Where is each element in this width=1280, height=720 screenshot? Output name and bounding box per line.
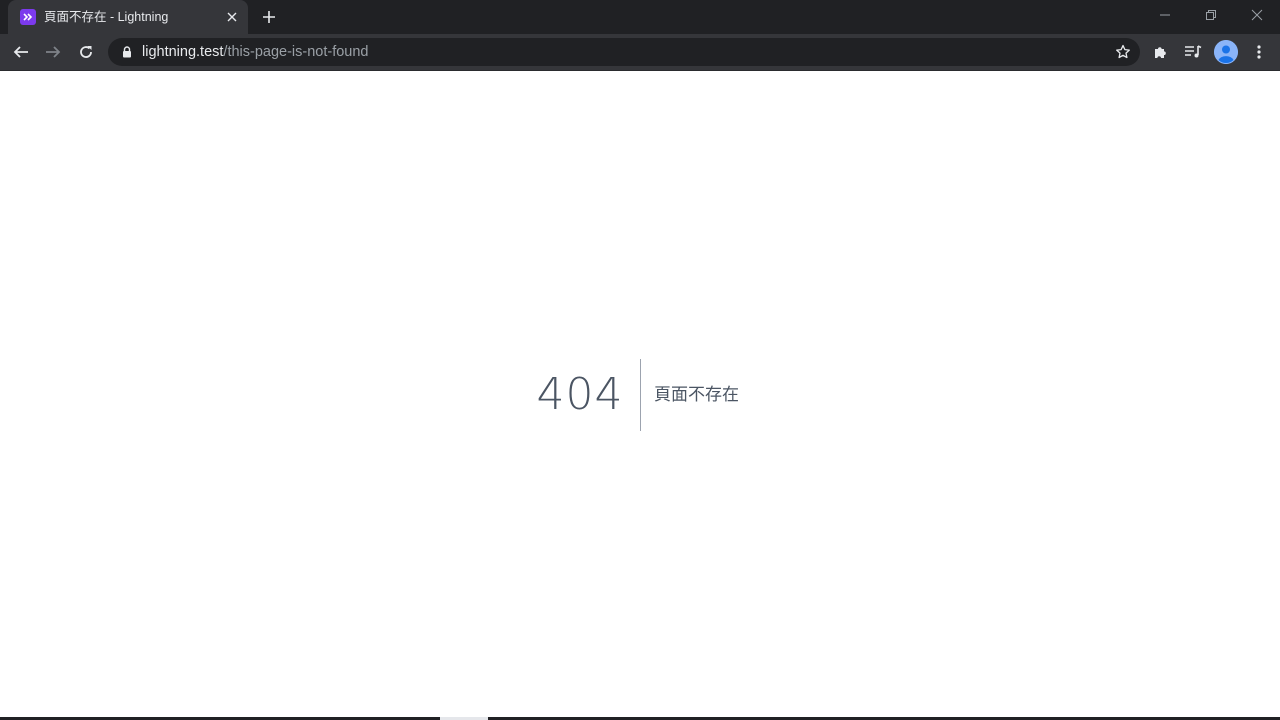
close-tab-icon[interactable] <box>224 9 240 25</box>
page-content: 404 頁面不存在 <box>0 71 1280 720</box>
more-menu-icon[interactable] <box>1244 37 1274 67</box>
error-code: 404 <box>536 369 624 420</box>
minimize-icon[interactable] <box>1142 0 1188 30</box>
url-text[interactable]: lightning.test/this-page-is-not-found <box>142 43 369 61</box>
lock-icon[interactable] <box>120 45 134 59</box>
browser-toolbar: lightning.test/this-page-is-not-found <box>0 34 1280 70</box>
favicon-icon <box>20 9 36 25</box>
error-divider <box>640 359 641 431</box>
tab-strip: 頁面不存在 - Lightning <box>0 0 1280 34</box>
error-message: 頁面不存在 <box>654 385 739 404</box>
error-block: 404 頁面不存在 <box>0 359 1280 431</box>
restore-icon[interactable] <box>1188 0 1234 30</box>
new-tab-icon[interactable] <box>258 6 280 28</box>
extensions-puzzle-icon[interactable] <box>1146 37 1176 67</box>
forward-icon[interactable] <box>38 37 68 67</box>
url-host: lightning.test <box>142 44 224 60</box>
close-window-icon[interactable] <box>1234 0 1280 30</box>
tab-title: 頁面不存在 - Lightning <box>44 10 169 24</box>
media-control-icon[interactable] <box>1178 37 1208 67</box>
browser-tab[interactable]: 頁面不存在 - Lightning <box>8 0 248 34</box>
reload-icon[interactable] <box>71 37 101 67</box>
address-bar[interactable]: lightning.test/this-page-is-not-found <box>108 38 1140 66</box>
back-icon[interactable] <box>6 37 36 67</box>
bookmark-star-icon[interactable] <box>1114 43 1132 61</box>
url-path: /this-page-is-not-found <box>223 44 369 60</box>
profile-avatar-icon[interactable] <box>1214 40 1238 64</box>
